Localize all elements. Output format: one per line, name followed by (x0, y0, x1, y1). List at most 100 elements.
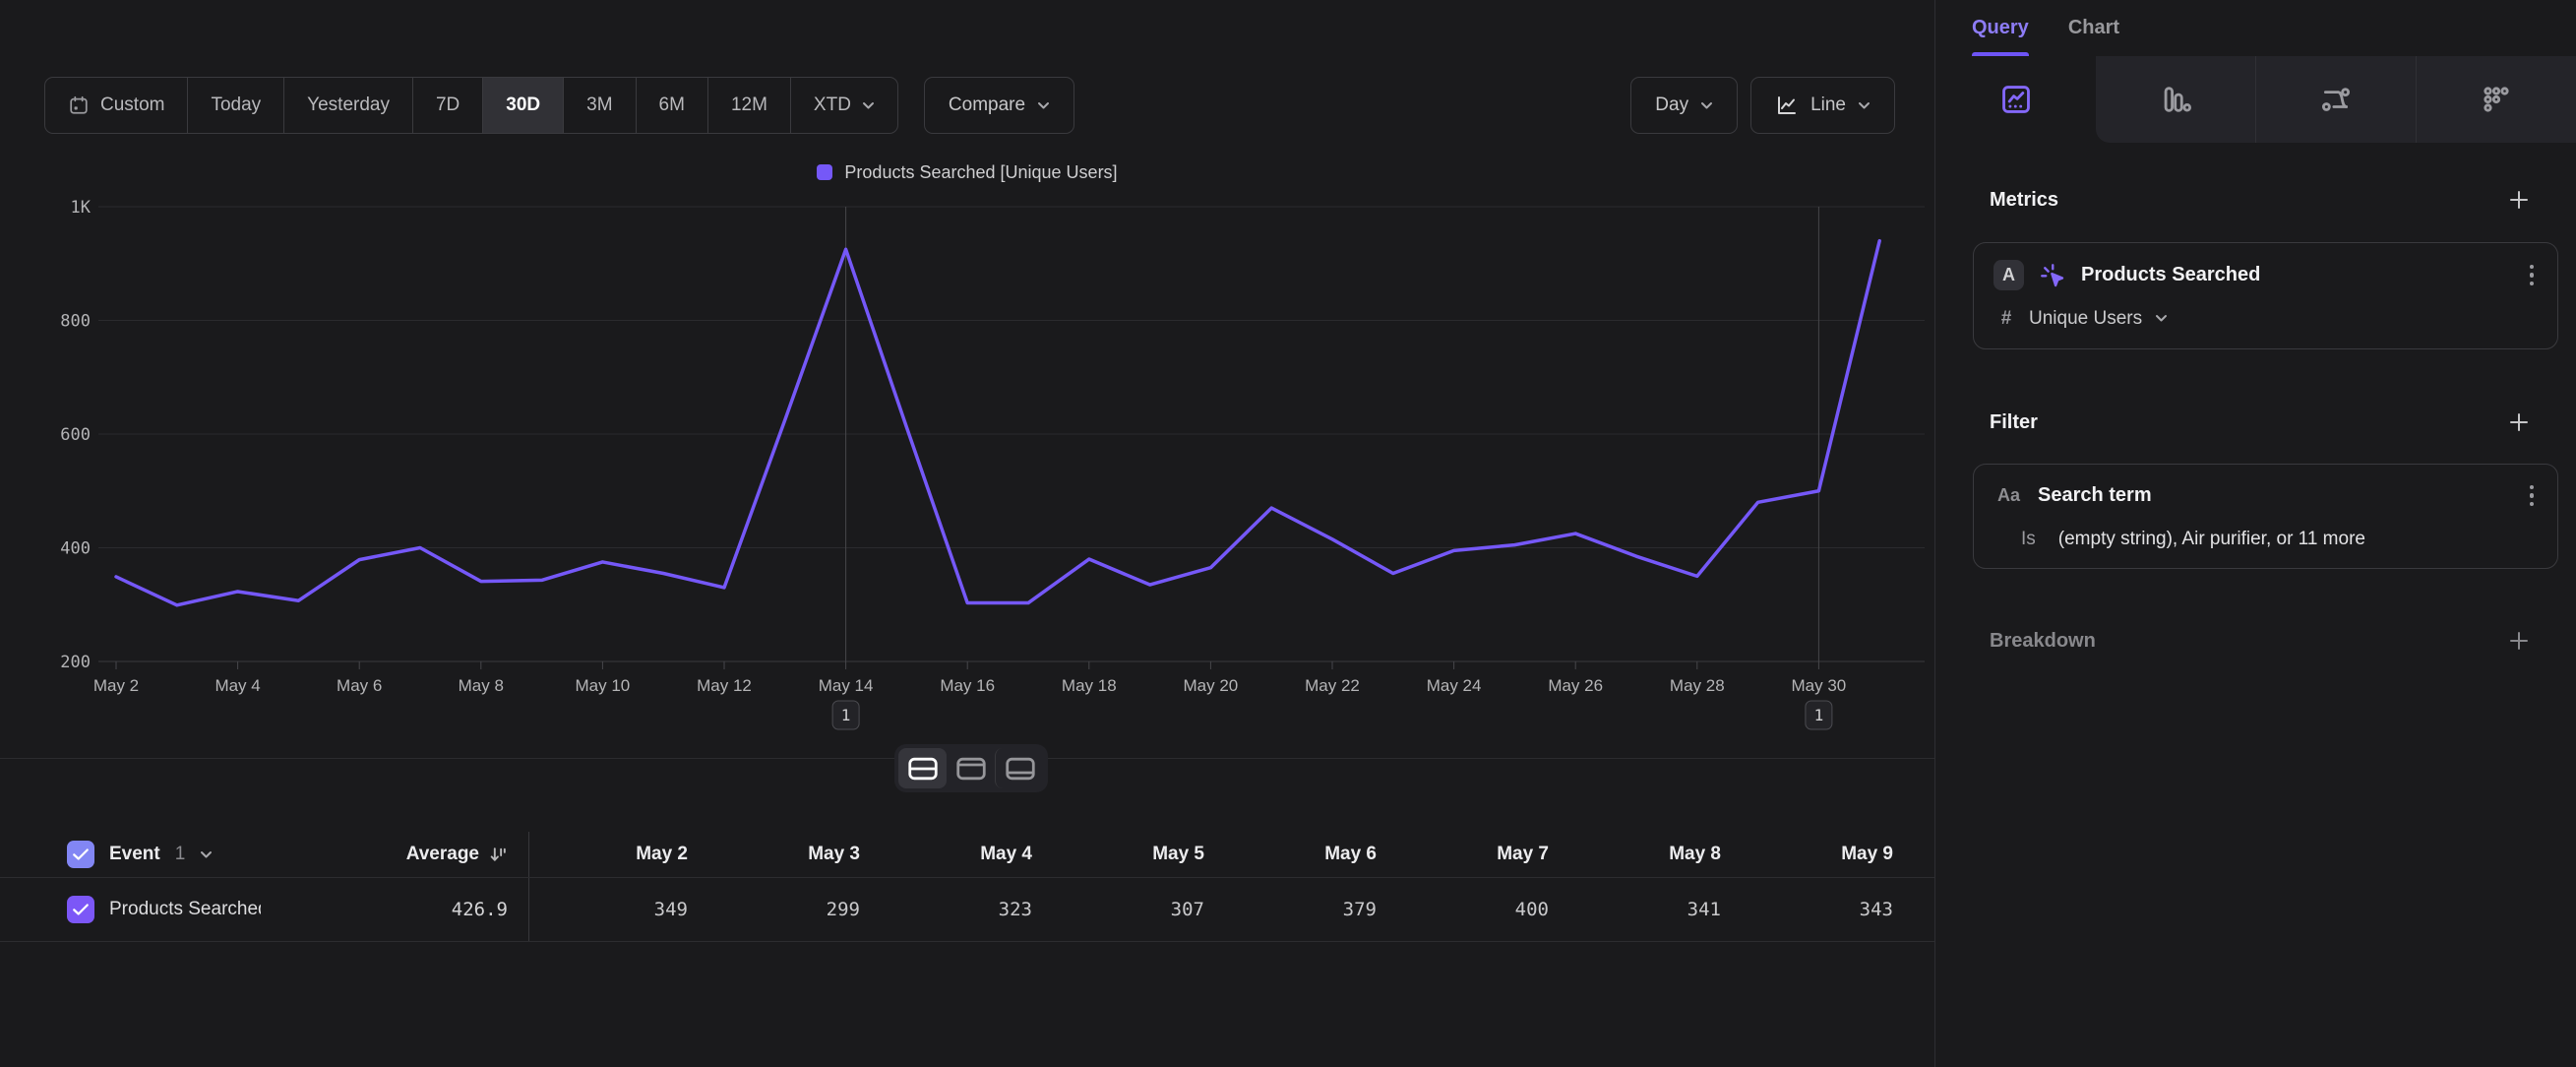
bar-chart-icon (2159, 83, 2192, 116)
y-axis-label: 1K (71, 198, 92, 218)
split-view-icon (908, 757, 938, 781)
table-date-header[interactable]: May 9 (1735, 844, 1907, 865)
range-xtd-button[interactable]: XTD (791, 78, 897, 133)
flows-icon (2319, 83, 2353, 116)
main-panel: Custom Today Yesterday 7D 30D 3M 6M 12M … (0, 0, 1934, 1067)
row-name[interactable]: Products Searched [Un... (109, 899, 261, 920)
view-table-only-button[interactable] (995, 748, 1044, 788)
tab-flows[interactable] (2255, 56, 2416, 143)
chevron-down-icon[interactable] (2155, 314, 2168, 323)
line-chart[interactable]: 1K800600400200May 2May 4May 6May 8May 10… (0, 148, 1934, 758)
add-breakdown-button[interactable] (2507, 629, 2531, 653)
tab-insights[interactable] (1935, 56, 2096, 143)
chart-type-dropdown[interactable]: Line (1750, 77, 1895, 134)
range-30d-label: 30D (506, 94, 540, 116)
date-range-group: Custom Today Yesterday 7D 30D 3M 6M 12M … (44, 77, 898, 134)
event-label: Event (109, 844, 160, 865)
data-table: Event 1 Average May 2May 3May 4May 5May … (0, 832, 1934, 942)
x-axis-label: May 28 (1670, 676, 1725, 695)
chevron-down-icon (1858, 101, 1871, 110)
range-7d-button[interactable]: 7D (413, 78, 483, 133)
add-filter-button[interactable] (2507, 410, 2531, 434)
filter-menu-button[interactable] (2526, 481, 2539, 511)
tab-bar-chart[interactable] (2096, 56, 2255, 143)
metrics-heading: Metrics (1990, 189, 2058, 212)
average-header-cell[interactable]: Average (261, 832, 529, 877)
table-date-header[interactable]: May 8 (1563, 844, 1735, 865)
y-axis-label: 800 (60, 312, 91, 332)
event-header-cell: Event 1 (0, 841, 261, 868)
view-chart-and-table-button[interactable] (898, 748, 947, 788)
range-3m-label: 3M (586, 94, 612, 116)
compare-label: Compare (949, 94, 1025, 116)
table-value-cell: 307 (1046, 899, 1218, 920)
range-today-button[interactable]: Today (188, 78, 284, 133)
range-yesterday-label: Yesterday (307, 94, 390, 116)
breakdown-section-header: Breakdown (1990, 627, 2531, 655)
chart-type-strip (1935, 56, 2576, 143)
metric-menu-button[interactable] (2526, 261, 2539, 290)
x-axis-label: May 16 (940, 676, 995, 695)
row-name-cell: Products Searched [Un... (0, 896, 261, 923)
table-value-cell: 323 (874, 899, 1046, 920)
x-axis-label: May 14 (819, 676, 874, 695)
granularity-label: Day (1655, 94, 1688, 116)
table-date-header[interactable]: May 2 (529, 844, 702, 865)
table-value-cell: 299 (702, 899, 874, 920)
tab-retention[interactable] (2416, 56, 2576, 143)
range-yesterday-button[interactable]: Yesterday (284, 78, 413, 133)
range-3m-button[interactable]: 3M (564, 78, 636, 133)
x-axis-label: May 4 (215, 676, 260, 695)
filter-property-name[interactable]: Search term (2038, 484, 2512, 507)
table-value-cell: 343 (1735, 899, 1907, 920)
table-row: Products Searched [Un... 426.9 349299323… (0, 877, 1934, 942)
filter-condition-row: Is (empty string), Air purifier, or 11 m… (1996, 525, 2538, 553)
y-axis-label: 200 (60, 653, 91, 672)
table-date-header[interactable]: May 7 (1390, 844, 1563, 865)
table-date-header[interactable]: May 3 (702, 844, 874, 865)
row-average-value: 426.9 (452, 899, 508, 920)
text-property-icon: Aa (1993, 485, 2024, 506)
filter-section-header: Filter (1990, 408, 2531, 436)
chevron-down-icon[interactable] (200, 850, 213, 859)
range-xtd-label: XTD (814, 94, 851, 116)
filter-heading: Filter (1990, 411, 2038, 434)
x-axis-label: May 12 (697, 676, 752, 695)
metric-name[interactable]: Products Searched (2081, 264, 2512, 286)
range-12m-button[interactable]: 12M (708, 78, 791, 133)
range-6m-button[interactable]: 6M (637, 78, 708, 133)
metric-letter-badge: A (1993, 260, 2024, 290)
table-only-icon (1006, 757, 1035, 781)
chart-type-strip-inactive (2096, 56, 2576, 143)
table-date-header[interactable]: May 6 (1218, 844, 1390, 865)
range-30d-button[interactable]: 30D (483, 78, 564, 133)
select-all-checkbox[interactable] (67, 841, 94, 868)
range-custom-button[interactable]: Custom (45, 78, 188, 133)
x-axis-label: May 2 (93, 676, 139, 695)
retention-icon (2480, 83, 2513, 116)
filter-value[interactable]: (empty string), Air purifier, or 11 more (2058, 529, 2365, 550)
table-date-header[interactable]: May 4 (874, 844, 1046, 865)
row-checkbox[interactable] (67, 896, 94, 923)
metric-card[interactable]: A Products Searched # Unique Users (1973, 242, 2558, 349)
view-chart-only-button[interactable] (947, 748, 995, 788)
data-line[interactable] (116, 241, 1879, 605)
add-metric-button[interactable] (2507, 188, 2531, 212)
tab-chart[interactable]: Chart (2068, 0, 2119, 56)
tab-query[interactable]: Query (1972, 0, 2029, 56)
table-header-row: Event 1 Average May 2May 3May 4May 5May … (0, 832, 1934, 877)
toolbar: Custom Today Yesterday 7D 30D 3M 6M 12M … (44, 77, 1895, 134)
filter-operator[interactable]: Is (2021, 529, 2036, 550)
cursor-click-icon (2038, 261, 2067, 290)
view-toggle (894, 744, 1048, 792)
measure-selector[interactable]: Unique Users (2029, 308, 2142, 330)
table-value-cell: 341 (1563, 899, 1735, 920)
filter-card[interactable]: Aa Search term Is (empty string), Air pu… (1973, 464, 2558, 569)
row-average-cell: 426.9 (261, 878, 529, 941)
x-axis-label: May 8 (459, 676, 504, 695)
granularity-dropdown[interactable]: Day (1630, 77, 1738, 134)
table-date-header[interactable]: May 5 (1046, 844, 1218, 865)
x-axis-label: May 22 (1305, 676, 1360, 695)
compare-button[interactable]: Compare (924, 77, 1074, 134)
chart-controls: Day Line (1630, 77, 1895, 134)
